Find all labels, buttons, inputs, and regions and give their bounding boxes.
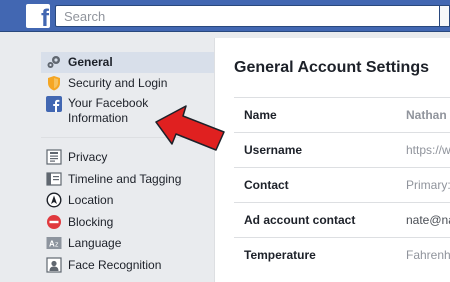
setting-label: Name <box>244 108 277 122</box>
sidebar-item-label: Face Recognition <box>68 257 162 272</box>
red-arrow-annotation <box>155 105 225 151</box>
search-input[interactable] <box>56 6 439 26</box>
sidebar-item-face-recognition[interactable]: Face Recognition <box>41 255 214 277</box>
sidebar-item-label: Privacy <box>68 150 108 164</box>
settings-row-ad-account-contact[interactable]: Ad account contact nate@na <box>234 202 450 237</box>
setting-value: https://w <box>406 143 450 157</box>
sidebar-item-language[interactable]: Az Language <box>41 233 214 255</box>
privacy-icon <box>46 149 62 165</box>
settings-row-temperature[interactable]: Temperature Fahrenhe <box>234 237 450 272</box>
sidebar-item-label: Location <box>68 193 114 207</box>
setting-value: Nathan W <box>406 108 450 122</box>
blocking-icon <box>46 214 62 230</box>
shield-icon <box>46 75 62 91</box>
sidebar-item-label: Timeline and Tagging <box>68 171 182 186</box>
settings-table: Name Nathan W Username https://w Contact… <box>234 97 450 272</box>
setting-value: Primary: <box>406 178 450 192</box>
setting-value: nate@na <box>406 213 450 227</box>
search-button[interactable] <box>440 5 450 27</box>
sidebar-item-label: Language <box>68 236 122 250</box>
sidebar-item-label: Blocking <box>68 214 114 229</box>
face-recognition-icon <box>46 256 62 273</box>
sidebar-item-blocking[interactable]: Blocking <box>41 212 214 234</box>
facebook-logo[interactable]: f <box>26 4 50 28</box>
svg-text:z: z <box>55 242 59 249</box>
sidebar-item-label: General <box>68 55 113 69</box>
language-icon: Az <box>46 235 62 251</box>
location-icon <box>46 192 62 208</box>
setting-label: Temperature <box>244 248 316 262</box>
setting-label: Contact <box>244 178 289 192</box>
sidebar-item-timeline-and-tagging[interactable]: Timeline and Tagging <box>41 169 214 191</box>
page-title: General Account Settings <box>234 59 429 76</box>
settings-sidebar: General Security and Login Your Facebook… <box>41 52 214 276</box>
gear-icon <box>46 54 62 70</box>
top-navigation-bar: f <box>0 0 450 32</box>
search-box[interactable] <box>55 5 440 27</box>
sidebar-item-location[interactable]: Location <box>41 190 214 212</box>
sidebar-item-security-and-login[interactable]: Security and Login <box>41 73 214 94</box>
settings-row-name[interactable]: Name Nathan W <box>234 97 450 132</box>
timeline-icon <box>46 171 62 187</box>
settings-row-username[interactable]: Username https://w <box>234 132 450 167</box>
setting-label: Ad account contact <box>244 213 356 227</box>
general-account-settings-panel: General Account Settings Name Nathan W U… <box>214 38 450 282</box>
setting-value: Fahrenhe <box>406 248 450 262</box>
sidebar-item-general[interactable]: General <box>41 52 214 73</box>
facebook-icon <box>46 96 62 112</box>
sidebar-item-label: Security and Login <box>68 76 168 90</box>
settings-row-contact[interactable]: Contact Primary: <box>234 167 450 202</box>
setting-label: Username <box>244 143 303 157</box>
